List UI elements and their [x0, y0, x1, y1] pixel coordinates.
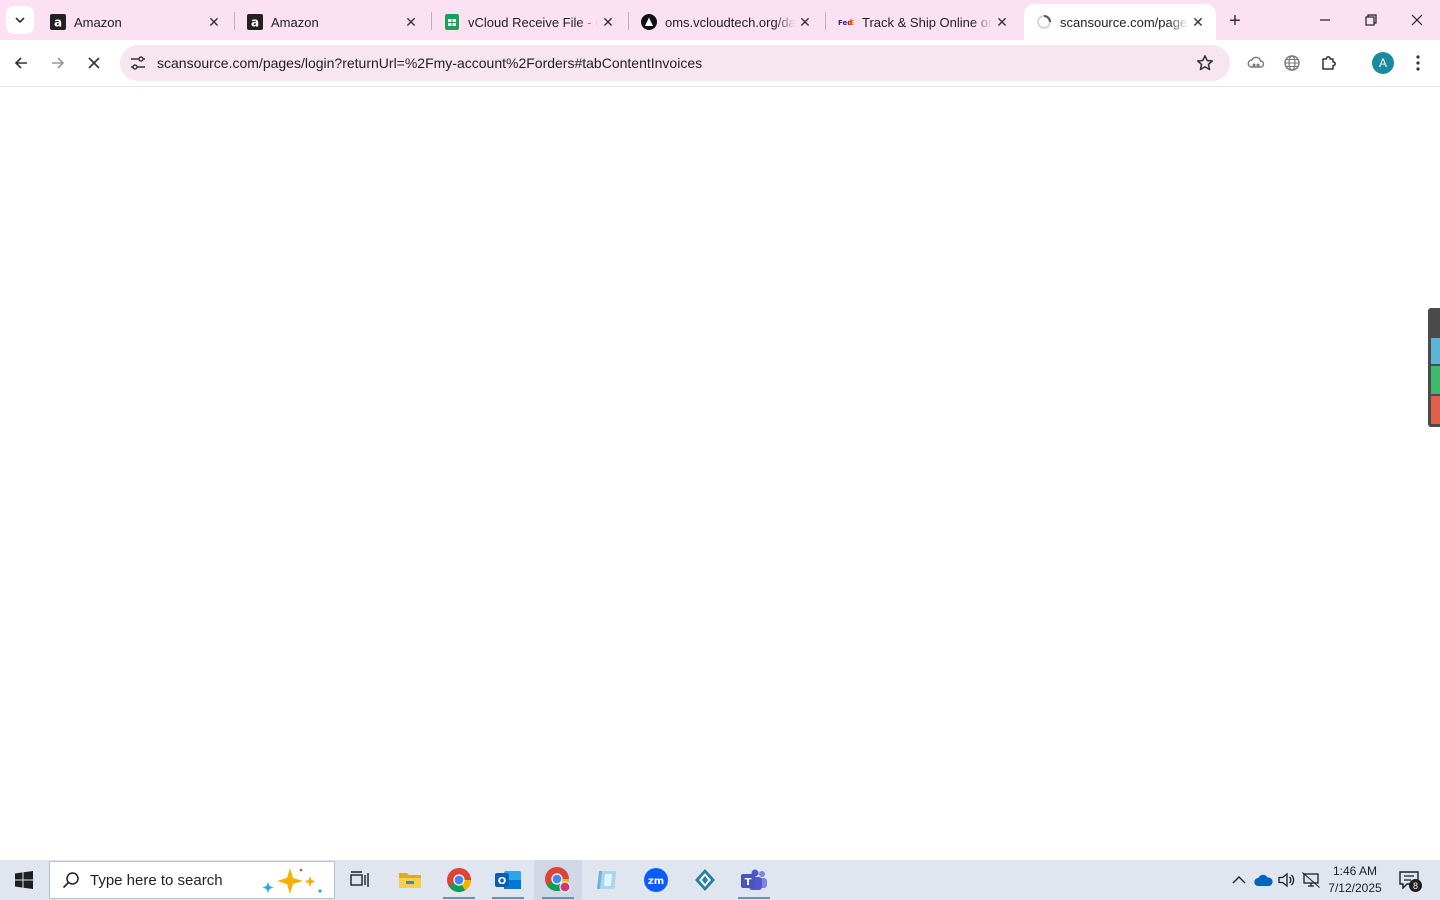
tab-title: oms.vcloudtech.org/dashboard — [665, 14, 795, 30]
widget-segment-red[interactable] — [1431, 396, 1440, 424]
tab-strip: a Amazon ✕ a Amazon ✕ vCloud Receive Fil… — [0, 0, 1440, 40]
task-view-button[interactable] — [336, 860, 384, 900]
oms-icon — [641, 14, 657, 30]
close-icon[interactable]: ✕ — [795, 12, 815, 32]
file-explorer-button[interactable] — [386, 860, 434, 900]
show-hidden-icons-button[interactable] — [1229, 870, 1249, 890]
new-tab-button[interactable]: + — [1222, 8, 1248, 34]
amazon-icon: a — [50, 14, 66, 30]
restore-button[interactable] — [1348, 0, 1394, 40]
clock-date: 7/12/2025 — [1328, 881, 1382, 895]
tab-title: Amazon — [271, 14, 319, 30]
app-icon — [597, 871, 616, 889]
browser-window-frame: a Amazon ✕ a Amazon ✕ vCloud Receive Fil… — [0, 0, 1440, 87]
zoom-icon: zm — [644, 868, 668, 892]
stop-loading-button[interactable] — [79, 48, 109, 78]
bookmark-star-icon[interactable] — [1194, 52, 1216, 74]
start-button[interactable] — [0, 860, 48, 900]
tab-vcloud-sheets[interactable]: vCloud Receive File - Google Sheets ✕ — [432, 4, 626, 40]
tab-search-button[interactable] — [6, 6, 34, 34]
chrome-profile-button[interactable] — [534, 860, 582, 900]
arrow-right-icon — [52, 57, 65, 69]
close-icon[interactable]: ✕ — [1188, 12, 1208, 32]
tab-title: scansource.com/pages/login — [1060, 14, 1188, 30]
chrome-profile-icon — [545, 867, 571, 893]
outlook-button[interactable]: O — [484, 860, 532, 900]
network-icon[interactable] — [1301, 870, 1321, 890]
tab-scansource-active[interactable]: scansource.com/pages/login ✕ — [1024, 4, 1216, 40]
minimize-icon — [1320, 19, 1330, 21]
clock-time: 1:46 AM — [1332, 864, 1378, 878]
onedrive-icon[interactable] — [1253, 870, 1273, 890]
chevron-down-icon — [15, 17, 25, 24]
side-widget-tab[interactable] — [1428, 308, 1440, 427]
profile-avatar[interactable]: A — [1372, 52, 1394, 74]
taskbar-search-box[interactable]: Type here to search — [49, 861, 335, 899]
volume-icon[interactable] — [1277, 870, 1297, 890]
windows-logo-icon — [15, 871, 33, 889]
sparkle-icon — [262, 868, 322, 894]
tab-title: Amazon — [74, 14, 122, 30]
close-icon[interactable]: ✕ — [992, 12, 1012, 32]
back-button[interactable] — [6, 48, 36, 78]
page-content-blank — [0, 87, 1440, 860]
site-settings-icon[interactable] — [128, 53, 148, 73]
tab-oms-dashboard[interactable]: oms.vcloudtech.org/dashboard ✕ — [629, 4, 823, 40]
file-explorer-icon — [399, 873, 421, 888]
svg-text:a: a — [54, 16, 62, 30]
fedex-icon: FedEx — [838, 14, 854, 30]
close-icon[interactable]: ✕ — [401, 12, 421, 32]
svg-text:T: T — [745, 877, 752, 888]
svg-text:Ex: Ex — [849, 19, 854, 27]
forward-button[interactable] — [43, 48, 73, 78]
svg-text:zm: zm — [648, 876, 664, 887]
teams-button[interactable]: T — [730, 860, 778, 900]
windows-taskbar: Type here to search O zm T 1:46 AM 7/12/… — [0, 860, 1440, 900]
app-button[interactable] — [583, 860, 631, 900]
app-diamond-icon — [695, 869, 715, 891]
chrome-button[interactable] — [435, 860, 483, 900]
loading-spinner-icon — [1036, 14, 1052, 30]
zoom-button[interactable]: zm — [632, 860, 680, 900]
amazon-icon: a — [247, 14, 263, 30]
tab-fedex[interactable]: FedEx Track & Ship Online or FedEx ✕ — [826, 4, 1020, 40]
globe-extension-icon[interactable] — [1279, 50, 1305, 76]
close-icon — [1411, 14, 1423, 26]
url-text[interactable]: scansource.com/pages/login?returnUrl=%2F… — [157, 55, 702, 71]
chevron-up-icon — [1232, 876, 1246, 884]
address-bar[interactable]: scansource.com/pages/login?returnUrl=%2F… — [120, 45, 1230, 81]
app-diamond-button[interactable] — [681, 860, 729, 900]
close-icon[interactable]: ✕ — [598, 12, 618, 32]
teams-icon: T — [741, 869, 767, 890]
svg-text:a: a — [251, 16, 259, 30]
cloud-extension-icon[interactable] — [1243, 50, 1269, 76]
system-clock[interactable]: 1:46 AM 7/12/2025 — [1320, 863, 1390, 897]
sheets-icon — [444, 14, 460, 30]
more-menu-icon[interactable] — [1405, 50, 1431, 76]
chrome-icon — [447, 868, 471, 893]
search-placeholder: Type here to search — [90, 871, 223, 889]
close-icon[interactable]: ✕ — [204, 12, 224, 32]
window-close-button[interactable] — [1394, 0, 1440, 40]
notification-count-badge: 8 — [1409, 879, 1422, 892]
arrow-left-icon — [14, 57, 27, 69]
extensions-puzzle-icon[interactable] — [1316, 50, 1342, 76]
search-icon — [62, 872, 79, 889]
restore-icon — [1365, 14, 1377, 26]
close-icon — [88, 57, 100, 69]
outlook-icon: O — [495, 871, 521, 889]
tab-amazon-1[interactable]: a Amazon ✕ — [38, 4, 232, 40]
tab-amazon-2[interactable]: a Amazon ✕ — [235, 4, 429, 40]
svg-text:O: O — [498, 876, 507, 887]
widget-segment-green[interactable] — [1431, 366, 1440, 394]
tab-title: Track & Ship Online or FedEx — [862, 14, 992, 30]
tab-title: vCloud Receive File - Google Sheets — [468, 14, 598, 30]
task-view-icon — [350, 871, 369, 887]
browser-toolbar: scansource.com/pages/login?returnUrl=%2F… — [0, 40, 1440, 87]
notification-center-button[interactable]: 8 — [1396, 868, 1422, 892]
widget-segment-blue[interactable] — [1431, 338, 1440, 364]
minimize-button[interactable] — [1302, 0, 1348, 40]
